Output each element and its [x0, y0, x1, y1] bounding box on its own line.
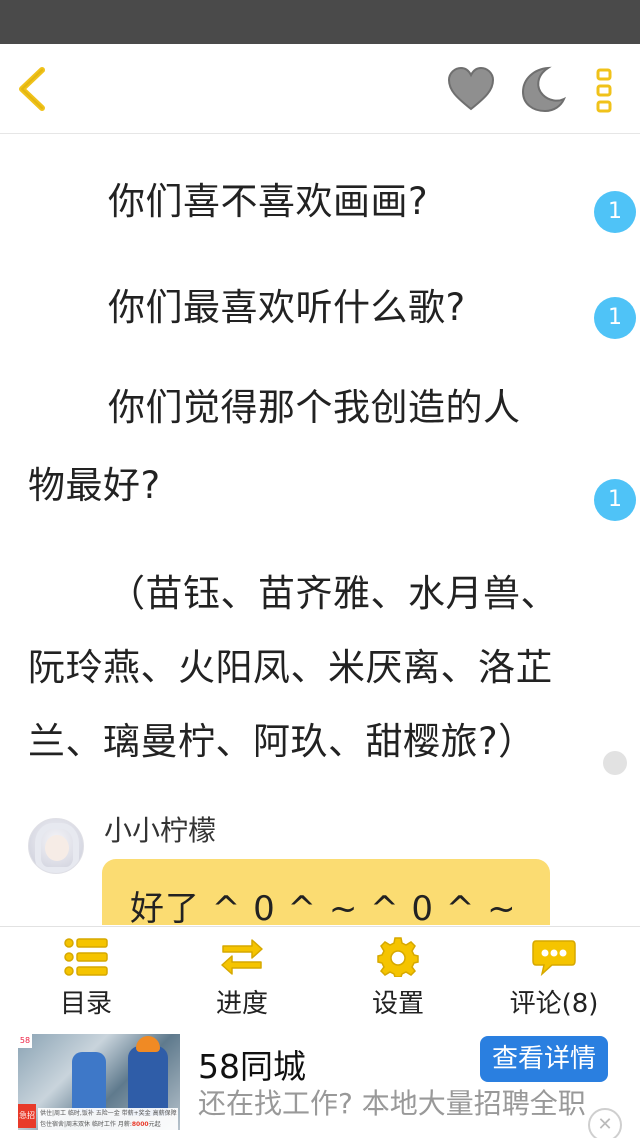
chapter-content: 你们喜不喜欢画画? 你们最喜欢听什么歌? 你们觉得那个我创造的人 物最好? （苗… — [0, 135, 640, 925]
paragraph-line: 物最好? — [28, 464, 161, 507]
paragraph-comment-badge[interactable]: 1 — [594, 297, 636, 339]
ad-image-caption: 供住|周工 临时,饭补 五险一金 带薪+奖金 高薪保障 包住宿舍|周末双休 临时… — [38, 1108, 178, 1130]
paragraph-line: （苗钰、苗齐雅、水月兽、 — [108, 572, 558, 615]
nav-label: 设置 — [371, 989, 424, 1019]
ad-image-tag: 急招 — [18, 1104, 36, 1128]
reader-top-bar — [0, 44, 640, 134]
paragraph-line: 你们喜不喜欢画画? — [108, 180, 429, 223]
more-vertical-icon[interactable] — [590, 66, 618, 114]
paragraph-comment-badge[interactable] — [603, 751, 627, 775]
nav-item-settings[interactable]: 设置 — [318, 927, 478, 1025]
ad-banner[interactable]: 58 急招 供住|周工 临时,饭补 五险一金 带薪+奖金 高薪保障 包住宿舍|周… — [0, 1024, 640, 1138]
ad-image-logo: 58 — [18, 1034, 32, 1048]
status-bar — [0, 0, 640, 44]
paragraph-comment-badge[interactable]: 1 — [594, 191, 636, 233]
chat-bubble-icon — [532, 940, 576, 977]
moon-icon[interactable] — [518, 64, 566, 114]
heart-icon[interactable] — [446, 66, 496, 112]
nav-item-comments[interactable]: 评论(8) — [474, 927, 634, 1025]
list-icon — [64, 938, 108, 976]
comment-author[interactable]: 小小柠檬 — [104, 809, 216, 849]
chevron-left-icon[interactable] — [14, 64, 54, 114]
avatar[interactable] — [28, 818, 84, 874]
comment-text: 好了 ^ 0 ^ ~ ^ 0 ^ ~ — [130, 889, 517, 925]
paragraph-line: 兰、璃曼柠、阿玖、甜樱旅?） — [28, 720, 536, 763]
comment-bubble[interactable]: 好了 ^ 0 ^ ~ ^ 0 ^ ~ — [102, 859, 550, 925]
nav-item-progress[interactable]: 进度 — [162, 927, 322, 1025]
paragraph-comment-badge[interactable]: 1 — [594, 479, 636, 521]
ad-details-button[interactable]: 查看详情 — [480, 1036, 608, 1082]
ad-description[interactable]: 还在找工作? 本地大量招聘全职 — [198, 1086, 618, 1138]
paragraph-line: 阮玲燕、火阳凤、米厌离、洛芷 — [28, 646, 553, 689]
ad-title[interactable]: 58同城 — [198, 1040, 306, 1088]
nav-label: 进度 — [215, 989, 268, 1019]
nav-item-catalog[interactable]: 目录 — [6, 927, 166, 1025]
nav-label: 目录 — [59, 989, 112, 1019]
bottom-nav: 目录 进度 设置 评论(8) — [0, 926, 640, 1024]
nav-label: 评论(8) — [509, 989, 599, 1019]
paragraph-line: 你们觉得那个我创造的人 — [108, 386, 521, 429]
paragraph-line: 你们最喜欢听什么歌? — [108, 286, 466, 329]
swap-arrows-icon — [221, 939, 263, 975]
close-icon[interactable]: ✕ — [588, 1108, 622, 1138]
ad-image[interactable]: 58 急招 供住|周工 临时,饭补 五险一金 带薪+奖金 高薪保障 包住宿舍|周… — [18, 1034, 180, 1130]
gear-icon — [377, 937, 419, 977]
